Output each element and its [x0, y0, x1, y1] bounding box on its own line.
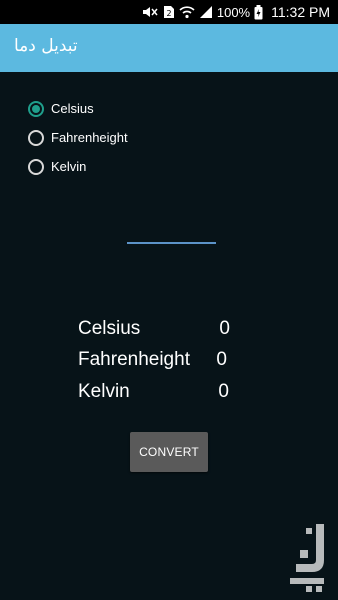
wifi-icon — [179, 5, 195, 19]
radio-button-checked[interactable] — [28, 100, 44, 117]
radio-kelvin[interactable]: Kelvin — [28, 152, 128, 181]
result-label: Kelvin — [78, 381, 130, 402]
result-row-fahrenheit: Fahrenheight 0 — [78, 349, 230, 377]
app-store-logo-icon — [286, 520, 330, 594]
unit-radio-group: Celsius Fahrenheight Kelvin — [28, 94, 128, 181]
battery-percentage: 100% — [216, 4, 251, 20]
result-value: 0 — [218, 381, 229, 402]
result-row-kelvin: Kelvin 0 — [78, 381, 230, 409]
radio-celsius[interactable]: Celsius — [28, 94, 128, 123]
radio-button[interactable] — [28, 158, 44, 175]
result-label: Celsius — [78, 318, 141, 339]
result-row-celsius: Celsius 0 — [78, 318, 230, 346]
app-bar: تبدیل دما — [0, 24, 338, 72]
sim-icon: 2 — [163, 5, 175, 19]
status-time: 11:32 PM — [271, 4, 330, 20]
radio-label-kelvin: Kelvin — [51, 159, 87, 174]
radio-button[interactable] — [28, 129, 44, 146]
radio-label-celsius: Celsius — [51, 101, 94, 116]
status-bar: 2 100% 11:32 PM — [0, 0, 338, 24]
svg-text:2: 2 — [166, 9, 171, 18]
convert-button[interactable]: CONVERT — [130, 432, 208, 472]
mute-icon — [141, 5, 159, 19]
result-label: Fahrenheight — [78, 349, 190, 370]
result-value: 0 — [216, 349, 227, 370]
status-icons: 2 100% 11:32 PM — [141, 0, 330, 24]
signal-icon — [199, 5, 213, 19]
temperature-input[interactable] — [127, 220, 216, 244]
result-value: 0 — [219, 318, 230, 339]
battery-icon — [254, 4, 263, 20]
app-title: تبدیل دما — [14, 36, 78, 56]
radio-fahrenheit[interactable]: Fahrenheight — [28, 123, 128, 152]
radio-label-fahrenheit: Fahrenheight — [51, 130, 128, 145]
